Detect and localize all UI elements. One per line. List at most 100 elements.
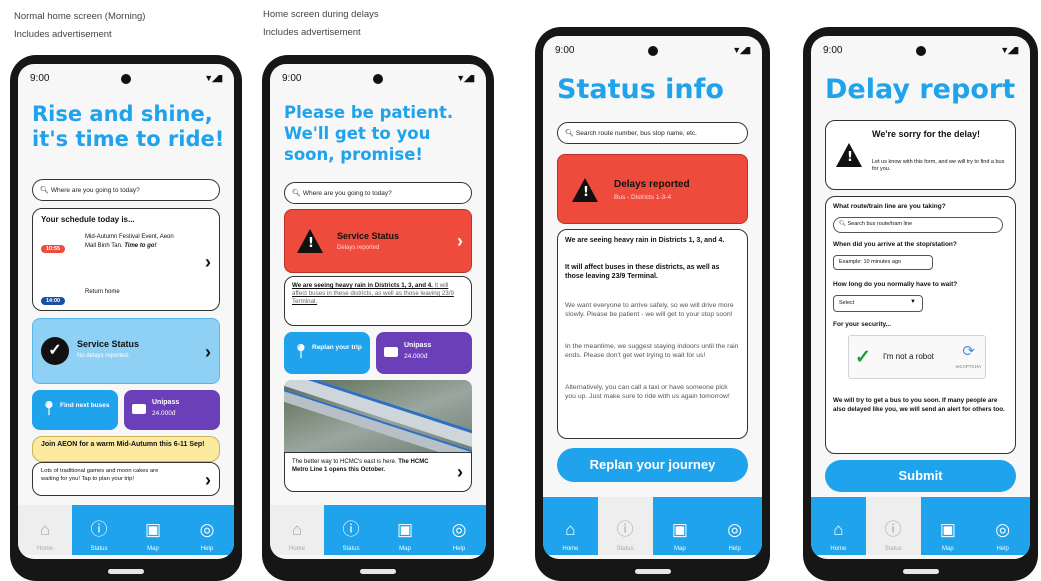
location-pin-icon: 📍︎ — [292, 343, 310, 359]
event-2: 14:00 — [41, 289, 66, 307]
wait-time-select[interactable]: Select ▼ — [833, 295, 923, 312]
metro-ad-card[interactable]: The better way to HCMC's east is here. T… — [284, 452, 472, 492]
submit-button[interactable]: Submit — [825, 460, 1016, 492]
caption-line: Normal home screen (Morning) — [14, 11, 146, 22]
recaptcha-box[interactable]: ✓ I'm not a robot ⟳ reCAPTCHA — [848, 335, 986, 379]
camera-icon — [373, 74, 383, 84]
find-label: Find next buses — [60, 402, 110, 409]
unipass-button[interactable]: Unipass 24.000đ — [124, 390, 220, 430]
replan-trip-button[interactable]: 📍︎ Replan your trip — [284, 332, 370, 374]
screen: 9:00 ▼◢▮ Rise and shine, it's time to ri… — [18, 64, 234, 559]
phone-status-info: 9:00 ▼◢▮ Status info 🔍︎ Search route numb… — [535, 27, 770, 581]
tab-label: Help — [200, 546, 214, 552]
unipass-balance: 24.000đ — [152, 410, 176, 417]
chevron-right-icon: › — [205, 252, 211, 272]
tab-status[interactable]: ⓘ Status — [324, 505, 378, 555]
aeon-ad-banner[interactable]: Join AEON for a warm Mid-Autumn this 6-1… — [32, 436, 220, 462]
tab-label: Home — [830, 546, 847, 552]
tab-status[interactable]: ⓘ Status — [597, 497, 653, 555]
ad-body: Lots of traditional games and moon cakes… — [41, 468, 159, 482]
map-icon: ▣ — [939, 520, 956, 539]
tab-help[interactable]: ◎ Help — [707, 497, 762, 555]
schedule-title: Your schedule today is... — [41, 215, 135, 224]
signal-battery-icon: ▼◢▮ — [1000, 45, 1019, 55]
replan-journey-button[interactable]: Replan your journey — [557, 448, 748, 482]
event-text: Return home — [85, 289, 120, 295]
tab-label: Status — [90, 546, 108, 552]
screen: 9:00 ▼◢▮ Please be patient. We'll get to… — [270, 64, 486, 559]
metro-text: The better way to HCMC's east is here. — [292, 459, 397, 465]
event-time-badge: 10:55 — [41, 245, 66, 253]
status-paragraph: It will affect buses in these districts,… — [565, 264, 720, 280]
tab-map[interactable]: ▣ Map — [920, 497, 976, 555]
status-time: 9:00 — [30, 73, 50, 84]
tab-home[interactable]: ⌂ Home — [811, 497, 866, 555]
page-title: Delay report — [825, 74, 1016, 105]
service-status-subtitle: No delays reported. — [77, 353, 130, 359]
schedule-card[interactable]: Your schedule today is... 10:55 Mid-Autu… — [32, 208, 220, 311]
search-input[interactable]: 🔍︎ Where are you going to today? — [284, 182, 472, 204]
unipass-button[interactable]: Unipass 24.000đ — [376, 332, 472, 374]
event-1-text: Mid-Autumn Festival Event, Aeon Mall Bin… — [85, 233, 185, 251]
aeon-ad-card[interactable]: Lots of traditional games and moon cakes… — [32, 462, 220, 496]
status-paragraph: In the meantime, we suggest staying indo… — [565, 343, 739, 359]
warning-icon — [297, 229, 323, 253]
message-bold: We are seeing heavy rain in Districts 1,… — [292, 282, 433, 289]
phone-home-morning: 9:00 ▼◢▮ Rise and shine, it's time to ri… — [10, 55, 242, 581]
tab-label: Help — [728, 546, 741, 552]
route-search-input[interactable]: 🔍︎ Search bus route/tram line — [833, 217, 1003, 233]
screen: 9:00 ▼◢▮ Status info 🔍︎ Search route numb… — [543, 36, 762, 559]
tab-status[interactable]: ⓘ Status — [865, 497, 921, 555]
status-paragraph: Alternatively, you can call a taxi or ha… — [565, 384, 730, 400]
unipass-label: Unipass — [404, 342, 432, 349]
tab-label: Home — [288, 546, 305, 552]
tab-home[interactable]: ⌂ Home — [18, 505, 72, 555]
security-label: For your security... — [833, 321, 892, 328]
captcha-label: I'm not a robot — [883, 352, 934, 361]
check-circle-icon: ✓ — [41, 337, 69, 365]
phone-home-delays: 9:00 ▼◢▮ Please be patient. We'll get to… — [262, 55, 494, 581]
search-placeholder: Where are you going to today? — [302, 190, 392, 197]
status-details-card: We are seeing heavy rain in Districts 1,… — [557, 229, 748, 439]
tab-help[interactable]: ◎ Help — [975, 497, 1030, 555]
tab-map[interactable]: ▣ Map — [652, 497, 708, 555]
tab-bar: ⌂ Home ⓘ Status ▣ Map ◎ Help — [811, 497, 1030, 555]
tab-home[interactable]: ⌂ Home — [543, 497, 598, 555]
phone-delay-report: 9:00 ▼◢▮ Delay report We're sorry for th… — [803, 27, 1038, 581]
search-icon: 🔍︎ — [565, 130, 574, 137]
home-icon: ⌂ — [291, 520, 303, 539]
alert-title: Delays reported — [614, 179, 690, 190]
tab-help[interactable]: ◎ Help — [180, 505, 234, 555]
tab-home[interactable]: ⌂ Home — [270, 505, 324, 555]
help-icon: ◎ — [727, 520, 743, 539]
service-status-title: Service Status — [337, 231, 400, 241]
tab-map[interactable]: ▣ Map — [378, 505, 432, 555]
service-status-title: Service Status — [77, 339, 140, 349]
service-status-card[interactable]: Service Status Delays reported › — [284, 209, 472, 273]
checkmark-icon: ✓ — [855, 347, 871, 368]
arrival-time-input[interactable]: Example: 10 minutes ago — [833, 255, 933, 270]
screen: 9:00 ▼◢▮ Delay report We're sorry for th… — [811, 36, 1030, 559]
search-input[interactable]: 🔍︎ Where are you going to today? — [32, 179, 220, 201]
location-pin-icon: 📍︎ — [40, 400, 58, 416]
find-next-buses-button[interactable]: 📍︎ Find next buses — [32, 390, 118, 430]
caption-phone1: Normal home screen (Morning) Includes ad… — [14, 10, 145, 42]
tab-status[interactable]: ⓘ Status — [72, 505, 126, 555]
tab-label: Help — [996, 546, 1009, 552]
sorry-card: We're sorry for the delay! Let us know w… — [825, 120, 1016, 190]
home-indicator — [634, 569, 671, 574]
tab-map[interactable]: ▣ Map — [126, 505, 180, 555]
map-icon: ▣ — [396, 520, 414, 539]
search-icon: 🔍︎ — [40, 187, 49, 194]
tab-help[interactable]: ◎ Help — [432, 505, 486, 555]
dropdown-arrow-icon: ▼ — [910, 299, 916, 305]
search-input[interactable]: 🔍︎ Search route number, bus stop name, et… — [557, 122, 748, 144]
sorry-body: Let us know with this form, and we will … — [872, 159, 1005, 172]
route-question: What route/train line are you taking? — [833, 203, 946, 210]
camera-icon — [647, 46, 658, 56]
service-status-card[interactable]: ✓ Service Status No delays reported. › — [32, 318, 220, 384]
map-icon: ▣ — [671, 520, 688, 539]
delay-message-card[interactable]: We are seeing heavy rain in Districts 1,… — [284, 276, 472, 326]
camera-icon — [915, 46, 926, 56]
replan-label: Replan your trip — [312, 344, 362, 351]
